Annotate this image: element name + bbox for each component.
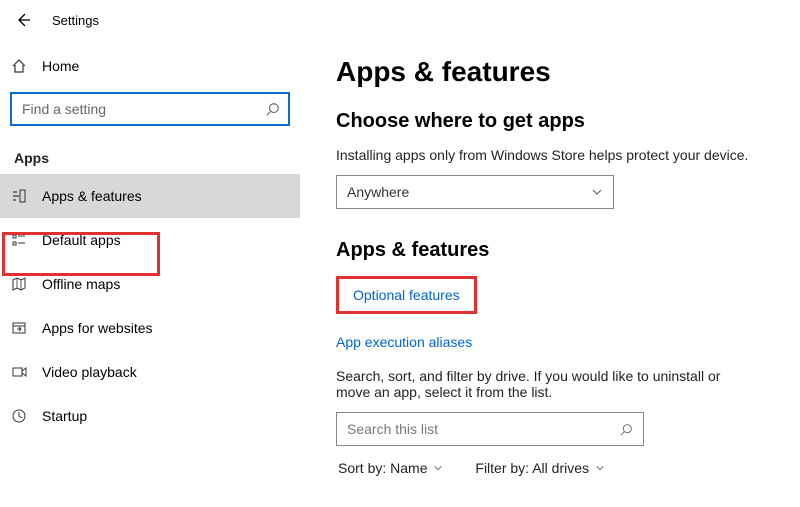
section-where-title: Choose where to get apps [336,110,790,133]
main-panel: Apps & features Choose where to get apps… [300,40,800,507]
sidebar-item-label: Video playback [42,364,137,380]
sidebar-item-video-playback[interactable]: Video playback [0,350,300,394]
search-input[interactable] [20,100,266,118]
home-icon [10,58,28,74]
dropdown-value: Anywhere [347,184,409,200]
sidebar-item-default-apps[interactable]: Default apps [0,218,300,262]
app-execution-aliases-link[interactable]: App execution aliases [336,334,472,350]
section-where-desc: Installing apps only from Windows Store … [336,147,790,163]
sidebar-item-label: Apps for websites [42,320,153,336]
websites-icon [10,320,28,336]
apps-list-desc: Search, sort, and filter by drive. If yo… [336,368,756,400]
chevron-down-icon [595,464,605,476]
optional-features-link[interactable]: Optional features [353,287,460,303]
filter-by-control[interactable]: Filter by: All drives [475,460,605,476]
sidebar-item-label: Apps & features [42,188,142,204]
arrow-left-icon [15,12,31,28]
sidebar-item-label: Startup [42,408,87,424]
sort-value: Name [390,460,427,476]
where-to-get-dropdown[interactable]: Anywhere [336,175,614,209]
sidebar-item-apps-features[interactable]: Apps & features [0,174,300,218]
chevron-down-icon [591,186,603,198]
video-icon [10,364,28,380]
sort-label: Sort by: [338,460,386,476]
window-title: Settings [52,13,99,28]
apps-search-input[interactable]: Search this list [336,412,644,446]
sidebar-section-label: Apps [0,140,300,174]
filter-label: Filter by: [475,460,529,476]
map-icon [10,276,28,292]
startup-icon [10,408,28,424]
highlight-annotation: Optional features [336,276,477,314]
sidebar-item-label: Offline maps [42,276,120,292]
sidebar-item-offline-maps[interactable]: Offline maps [0,262,300,306]
page-title: Apps & features [336,56,790,88]
sidebar-item-apps-websites[interactable]: Apps for websites [0,306,300,350]
search-icon [620,423,633,436]
sidebar-item-startup[interactable]: Startup [0,394,300,438]
chevron-down-icon [433,464,443,476]
apps-search-placeholder: Search this list [347,421,620,437]
sidebar-item-label: Default apps [42,232,121,248]
back-button[interactable] [8,5,38,35]
home-label: Home [42,58,79,74]
home-nav[interactable]: Home [0,48,300,84]
sidebar: Home Apps Apps & features Default apps [0,40,300,507]
filter-value: All drives [532,460,589,476]
search-icon [266,102,280,116]
sort-by-control[interactable]: Sort by: Name [338,460,443,476]
list-icon [10,188,28,204]
search-input-wrap[interactable] [10,92,290,126]
defaults-icon [10,232,28,248]
section-apps-title: Apps & features [336,239,790,262]
